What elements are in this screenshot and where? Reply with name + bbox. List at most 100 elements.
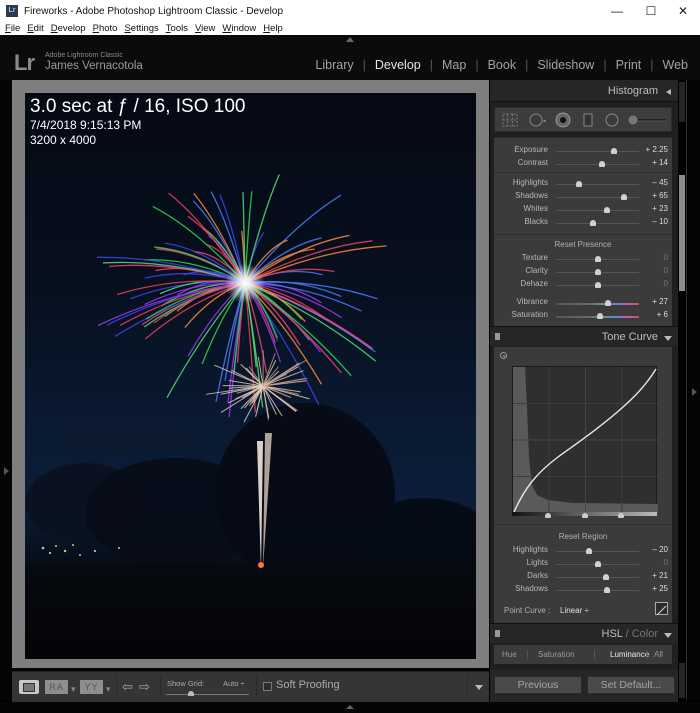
graduated-filter-icon[interactable] <box>583 113 593 127</box>
hsl-color-panel-header[interactable]: HSL / Color <box>490 623 678 643</box>
hsl-tab-saturation[interactable]: Saturation <box>538 650 574 659</box>
menu-file[interactable]: File <box>5 23 20 34</box>
slider-thumb[interactable] <box>605 300 612 306</box>
red-eye-icon[interactable] <box>555 112 571 128</box>
slider-value[interactable]: + 6 <box>657 310 668 319</box>
hsl-tab-title[interactable]: HSL <box>602 628 623 640</box>
point-curve-select[interactable]: Linear ÷ <box>560 606 589 615</box>
photo-preview[interactable] <box>25 93 476 659</box>
minimize-button[interactable]: — <box>600 0 634 22</box>
slider-track[interactable] <box>556 313 639 319</box>
collapse-hsl-arrow-icon[interactable] <box>664 633 672 638</box>
slider-track[interactable] <box>556 587 639 593</box>
slider-thumb[interactable] <box>594 561 601 567</box>
slider-thumb[interactable] <box>586 548 593 554</box>
hsl-tab-all[interactable]: All <box>654 650 663 659</box>
menu-window[interactable]: Window <box>222 23 256 34</box>
slider-track[interactable] <box>556 548 639 554</box>
region-split-point-handle[interactable] <box>545 513 552 518</box>
copy-before-to-after-arrow-icon[interactable]: ⇦ <box>122 680 133 694</box>
maximize-button[interactable]: ☐ <box>634 0 668 22</box>
hsl-enable-switch[interactable] <box>495 630 500 637</box>
slider-label[interactable]: Highlights <box>513 178 548 187</box>
module-slideshow[interactable]: Slideshow <box>537 58 594 72</box>
slider-label[interactable]: Darks <box>527 571 548 580</box>
targeted-adjustment-icon[interactable] <box>500 352 507 359</box>
collapse-tone-curve-arrow-icon[interactable] <box>664 336 672 341</box>
menu-tools[interactable]: Tools <box>166 23 188 34</box>
slider-track[interactable] <box>556 300 639 306</box>
tone-curve-panel-header[interactable]: Tone Curve <box>490 326 678 346</box>
slider-thumb[interactable] <box>602 574 609 580</box>
slider-value[interactable]: – 10 <box>652 217 668 226</box>
tone-curve-enable-switch[interactable] <box>495 333 500 340</box>
hsl-tab-luminance[interactable]: Luminance <box>610 650 649 659</box>
expand-left-panel-arrow-icon[interactable] <box>4 467 9 475</box>
slider-label[interactable]: Highlights <box>513 545 548 554</box>
slider-label[interactable]: Vibrance <box>517 297 548 306</box>
slider-label[interactable]: Whites <box>524 204 548 213</box>
histogram-panel-header[interactable]: Histogram <box>490 80 678 102</box>
slider-track[interactable] <box>556 282 639 288</box>
slider-thumb[interactable] <box>599 161 606 167</box>
scrollbar-thumb[interactable] <box>679 175 685 291</box>
slider-label[interactable]: Lights <box>527 558 548 567</box>
slider-value[interactable]: + 65 <box>652 191 668 200</box>
slider-thumb[interactable] <box>621 194 628 200</box>
slider-value[interactable]: + 21 <box>652 571 668 580</box>
before-after-left-right-button[interactable]: RA <box>45 680 68 694</box>
slider-thumb[interactable] <box>594 282 601 288</box>
slider-thumb[interactable] <box>594 256 601 262</box>
slider-thumb[interactable] <box>594 269 601 275</box>
slider-track[interactable] <box>556 220 639 226</box>
slider-value[interactable]: + 25 <box>652 584 668 593</box>
tone-curve-graph[interactable] <box>512 366 658 513</box>
expand-filmstrip-arrow-icon[interactable] <box>346 705 354 709</box>
module-library[interactable]: Library <box>315 58 353 72</box>
slider-track[interactable] <box>556 269 639 275</box>
loupe-view-button[interactable] <box>19 680 39 694</box>
slider-label[interactable]: Texture <box>522 253 548 262</box>
soft-proofing-label[interactable]: Soft Proofing <box>276 679 340 691</box>
previous-button[interactable]: Previous <box>494 676 582 694</box>
spot-removal-icon[interactable] <box>529 113 547 127</box>
grid-size-slider[interactable] <box>166 691 249 696</box>
slider-track[interactable] <box>556 574 639 580</box>
menu-photo[interactable]: Photo <box>93 23 118 34</box>
slider-track[interactable] <box>556 561 639 567</box>
slider-thumb[interactable] <box>604 587 611 593</box>
copy-after-to-before-arrow-icon[interactable]: ⇨ <box>139 680 150 694</box>
before-after-mode-dropdown[interactable]: ▾ <box>106 684 111 695</box>
slider-label[interactable]: Contrast <box>518 158 548 167</box>
close-button[interactable]: ✕ <box>666 0 700 22</box>
collapse-top-panel-arrow-icon[interactable] <box>346 37 354 42</box>
crop-overlay-icon[interactable] <box>502 113 518 127</box>
module-map[interactable]: Map <box>442 58 466 72</box>
region-split-point-handle[interactable] <box>581 513 588 518</box>
slider-track[interactable] <box>556 194 639 200</box>
edit-point-curve-button[interactable] <box>655 602 668 616</box>
reset-presence-button[interactable]: Reset Presence <box>494 240 672 249</box>
slider-label[interactable]: Saturation <box>512 310 548 319</box>
collapse-right-panel-arrow-icon[interactable] <box>692 388 697 396</box>
slider-track[interactable] <box>556 181 639 187</box>
slider-value[interactable]: 0 <box>664 558 668 567</box>
slider-thumb[interactable] <box>596 313 603 319</box>
slider-track[interactable] <box>556 207 639 213</box>
slider-label[interactable]: Dehaze <box>520 279 548 288</box>
slider-label[interactable]: Shadows <box>515 191 548 200</box>
slider-thumb[interactable] <box>576 181 583 187</box>
hsl-tab-hue[interactable]: Hue <box>502 650 517 659</box>
soft-proofing-checkbox[interactable] <box>263 682 272 691</box>
reset-region-button[interactable]: Reset Region <box>494 532 672 541</box>
show-grid-select[interactable]: Auto ÷ <box>223 679 245 688</box>
slider-track[interactable] <box>556 148 639 154</box>
module-book[interactable]: Book <box>488 58 517 72</box>
slider-label[interactable]: Blacks <box>524 217 548 226</box>
slider-thumb[interactable] <box>590 220 597 226</box>
module-print[interactable]: Print <box>616 58 642 72</box>
slider-thumb[interactable] <box>603 207 610 213</box>
grid-size-slider-thumb[interactable] <box>187 691 194 696</box>
slider-value[interactable]: – 20 <box>652 545 668 554</box>
slider-value[interactable]: + 2.25 <box>646 145 668 154</box>
